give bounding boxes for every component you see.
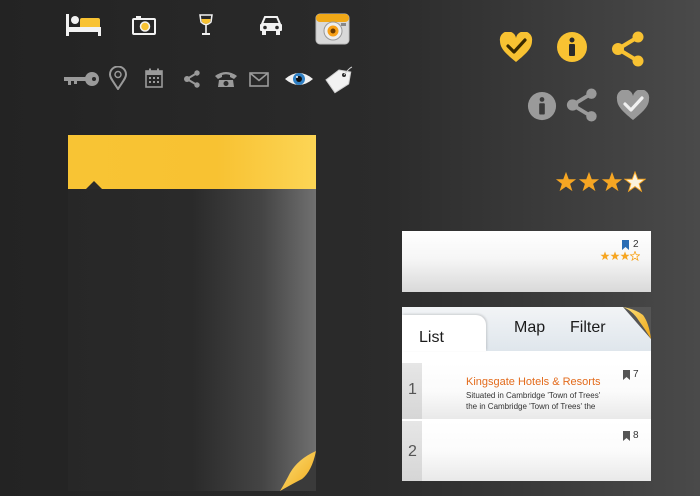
share-icon[interactable] xyxy=(565,88,599,122)
card-rating xyxy=(600,251,640,261)
hotel-card[interactable]: 2 xyxy=(402,231,651,292)
share-icon[interactable] xyxy=(183,70,201,88)
star-icon xyxy=(620,251,630,261)
star-icon xyxy=(601,171,623,192)
star-icon xyxy=(630,251,640,261)
star-rating xyxy=(555,171,646,193)
tab-list[interactable]: List xyxy=(402,315,486,351)
bookmark-count: 7 xyxy=(633,369,639,380)
results-list-panel: List Map Filter 1 Kingsgate Hotels & Res… xyxy=(402,307,651,481)
tab-list-label: List xyxy=(419,329,444,346)
bookmark-count: 8 xyxy=(633,430,639,441)
tab-map[interactable]: Map xyxy=(514,319,545,337)
hotel-description-line: the in Cambridge 'Town of Trees' the xyxy=(466,402,596,411)
list-item[interactable]: 2 8 xyxy=(402,421,651,481)
bookmark-icon xyxy=(622,240,629,250)
star-icon xyxy=(555,171,577,192)
star-icon xyxy=(600,251,610,261)
heart-check-icon[interactable] xyxy=(499,32,533,64)
eye-icon[interactable] xyxy=(284,70,314,88)
bookmark-icon[interactable] xyxy=(623,370,630,380)
tab-bar: List Map Filter xyxy=(402,307,651,351)
wine-glass-icon[interactable] xyxy=(199,14,213,36)
panel-header xyxy=(68,135,316,189)
bookmark-count: 2 xyxy=(633,239,639,250)
share-icon[interactable] xyxy=(610,31,646,67)
page-curl-icon[interactable] xyxy=(623,307,651,339)
photo-camera-app-icon[interactable] xyxy=(315,13,351,45)
page-curl-icon[interactable] xyxy=(280,451,316,491)
bookmark-icon[interactable] xyxy=(623,431,630,441)
row-number: 1 xyxy=(408,381,417,398)
mail-icon[interactable] xyxy=(249,72,269,87)
hotel-description-line: Situated in Cambridge 'Town of Trees' xyxy=(466,391,601,400)
star-icon xyxy=(610,251,620,261)
heart-check-icon[interactable] xyxy=(616,90,650,122)
list-item[interactable]: 1 Kingsgate Hotels & Resorts Situated in… xyxy=(402,363,651,419)
key-icon[interactable] xyxy=(64,71,100,87)
info-icon[interactable] xyxy=(527,91,557,121)
location-pin-icon[interactable] xyxy=(109,66,127,90)
star-icon xyxy=(578,171,600,192)
car-icon[interactable] xyxy=(259,16,283,36)
calendar-icon[interactable] xyxy=(145,68,163,88)
hotel-title[interactable]: Kingsgate Hotels & Resorts xyxy=(466,376,601,388)
camera-icon[interactable] xyxy=(132,15,156,35)
star-icon xyxy=(624,171,646,193)
panel-body xyxy=(68,189,316,491)
info-icon[interactable] xyxy=(556,31,588,63)
tab-filter[interactable]: Filter xyxy=(570,319,606,337)
hotel-bed-icon[interactable] xyxy=(66,14,102,36)
panel-notch xyxy=(86,181,102,189)
price-tag-icon[interactable] xyxy=(325,66,353,94)
phone-icon[interactable] xyxy=(214,70,238,88)
row-number: 2 xyxy=(408,443,417,460)
